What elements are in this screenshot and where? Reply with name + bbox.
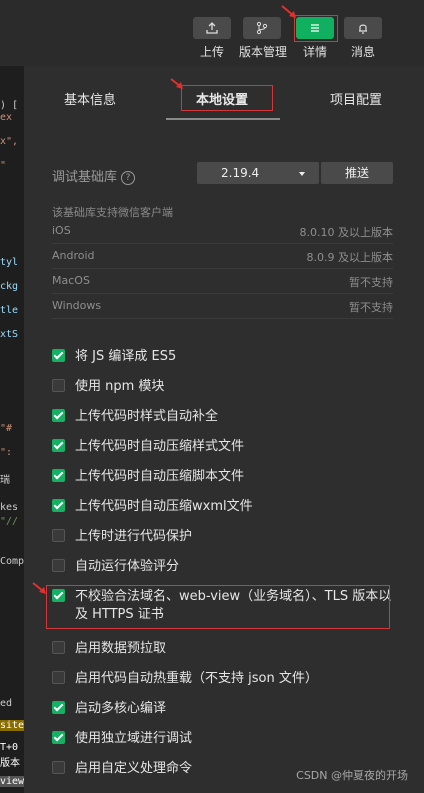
highlight-box-domain-option	[46, 585, 390, 629]
code-line: "	[0, 160, 7, 171]
platform-name: MacOS	[52, 274, 90, 287]
divider	[52, 293, 393, 294]
branch-icon	[256, 21, 268, 35]
checkbox[interactable]	[52, 439, 65, 452]
watermark: CSDN @仲夏夜的开场	[296, 769, 408, 782]
lib-version-value: 2.19.4	[221, 166, 260, 180]
highlight-box-local-tab	[181, 85, 273, 111]
code-line: ed	[0, 698, 13, 709]
option-data-prefetch[interactable]: 启用数据预拉取	[52, 640, 166, 658]
code-line: 版本	[0, 758, 20, 769]
option-independent-domain[interactable]: 使用独立域进行调试	[52, 730, 192, 748]
messages-label: 消息	[351, 45, 376, 59]
lib-version-select[interactable]: 2.19.4	[197, 162, 319, 184]
dropdown-arrow-icon	[299, 172, 305, 176]
platform-value: 8.0.9 及以上版本	[306, 251, 394, 264]
tab-project-config[interactable]: 项目配置	[330, 89, 382, 108]
bell-icon	[359, 24, 367, 34]
help-icon[interactable]: ?	[121, 171, 136, 185]
checkbox[interactable]	[52, 559, 65, 572]
option-minify-script[interactable]: 上传代码时自动压缩脚本文件	[52, 468, 244, 486]
push-button[interactable]: 推送	[321, 162, 393, 184]
checkbox[interactable]	[52, 499, 65, 512]
upload-icon	[206, 22, 218, 34]
platform-value: 暂不支持	[349, 301, 393, 314]
option-hot-reload[interactable]: 启用代码自动热重载（不支持 json 文件）	[52, 670, 318, 688]
platform-value: 暂不支持	[349, 276, 393, 289]
lib-label: 调试基础库?	[52, 166, 136, 185]
checkbox[interactable]	[52, 469, 65, 482]
editor-fragment: ) [ ex x", " tyl ckg tle xtS "# ": 瑞 kes…	[0, 66, 24, 793]
option-minify-style[interactable]: 上传代码时自动压缩样式文件	[52, 438, 244, 456]
platform-value: 8.0.10 及以上版本	[299, 226, 393, 239]
code-line: xtS	[0, 329, 19, 340]
code-line: x",	[0, 136, 19, 147]
divider	[52, 318, 393, 319]
details-label: 详情	[303, 45, 328, 59]
upload-label: 上传	[200, 45, 225, 59]
code-line: T+0	[0, 742, 19, 753]
option-multicore-compile[interactable]: 启动多核心编译	[52, 700, 166, 718]
top-toolbar: 上传 版本管理 详情 消息	[0, 0, 424, 66]
platform-name: iOS	[52, 224, 71, 237]
checkbox[interactable]	[52, 379, 65, 392]
checkbox[interactable]	[52, 409, 65, 422]
lib-note: 该基础库支持微信客户端	[52, 206, 173, 219]
code-line: 瑞	[0, 475, 10, 486]
settings-panel: 基本信息 本地设置 项目配置 调试基础库? 2.19.4 推送 该基础库支持微信…	[24, 66, 424, 793]
platform-name: Windows	[52, 299, 102, 312]
option-code-protect[interactable]: 上传时进行代码保护	[52, 528, 192, 546]
option-minify-wxml[interactable]: 上传代码时自动压缩wxml文件	[52, 498, 253, 516]
checkbox[interactable]	[52, 349, 65, 362]
code-line: ":	[0, 447, 13, 458]
red-arrow-icon	[170, 78, 183, 89]
option-style-autoprefix[interactable]: 上传代码时样式自动补全	[52, 408, 218, 426]
version-button[interactable]	[243, 17, 281, 39]
version-label: 版本管理	[239, 45, 288, 59]
checkbox[interactable]	[52, 761, 65, 774]
code-line: ckg	[0, 281, 19, 292]
tab-basic-info[interactable]: 基本信息	[64, 89, 116, 108]
code-line: "//	[0, 516, 19, 527]
code-line: view	[0, 776, 24, 787]
platform-name: Android	[52, 249, 95, 262]
red-arrow-icon	[32, 582, 46, 594]
checkbox[interactable]	[52, 529, 65, 542]
option-npm[interactable]: 使用 npm 模块	[52, 378, 164, 396]
checkbox[interactable]	[52, 731, 65, 744]
upload-button[interactable]	[193, 17, 231, 39]
checkbox[interactable]	[52, 701, 65, 714]
active-tab-indicator	[166, 118, 280, 120]
code-line: tle	[0, 305, 19, 316]
option-custom-command[interactable]: 启用自定义处理命令	[52, 760, 192, 778]
code-line: Comp	[0, 556, 24, 567]
checkbox[interactable]	[52, 671, 65, 684]
code-line: kes	[0, 502, 19, 513]
code-line: "#	[0, 423, 13, 434]
divider	[52, 243, 393, 244]
messages-button[interactable]	[344, 17, 382, 39]
option-auto-audit[interactable]: 自动运行体验评分	[52, 558, 179, 576]
option-es5[interactable]: 将 JS 编译成 ES5	[52, 348, 176, 366]
checkbox[interactable]	[52, 641, 65, 654]
code-line: site	[0, 720, 24, 731]
code-line: ) [	[0, 100, 19, 111]
red-arrow-icon	[281, 5, 296, 18]
highlight-box-details	[294, 15, 338, 42]
divider	[52, 268, 393, 269]
code-line: tyl	[0, 257, 19, 268]
code-line: ex	[0, 112, 13, 123]
